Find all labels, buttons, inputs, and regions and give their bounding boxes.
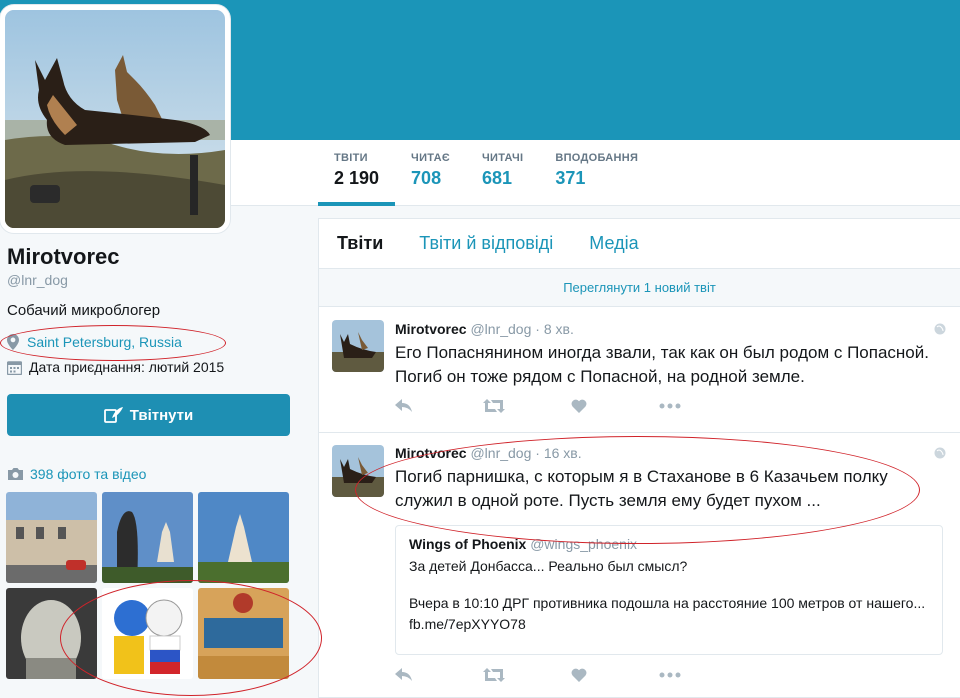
tweet-author-name[interactable]: Mirotvorec bbox=[395, 321, 467, 337]
like-button[interactable] bbox=[571, 668, 659, 682]
stat-value: 681 bbox=[481, 168, 513, 188]
profile-location: Saint Petersburg, Russia bbox=[7, 334, 182, 350]
stat-label: ТВІТИ bbox=[334, 152, 368, 164]
tweet-timestamp[interactable]: · 8 хв. bbox=[535, 321, 574, 337]
reply-button[interactable] bbox=[395, 399, 483, 413]
join-date-text: Дата приєднання: лютий 2015 bbox=[29, 359, 225, 375]
retweet-icon bbox=[483, 668, 505, 682]
quoted-author-handle: @wings_phoenix bbox=[530, 536, 638, 552]
retweet-icon bbox=[483, 399, 505, 413]
tweet-actions bbox=[395, 668, 747, 682]
globe-icon bbox=[934, 447, 946, 459]
stat-likes[interactable]: ВПОДОБАННЯ 371 bbox=[539, 140, 654, 206]
tweet-item[interactable]: Mirotvorec @lnr_dog · 8 хв. Его Попаснян… bbox=[319, 307, 960, 433]
tweet-header: Mirotvorec @lnr_dog · 8 хв. bbox=[395, 321, 574, 337]
photos-videos-link[interactable]: 398 фото та відео bbox=[7, 466, 146, 482]
profile-avatar[interactable] bbox=[0, 5, 230, 233]
more-dots-icon bbox=[659, 672, 681, 678]
tweet-timestamp[interactable]: · 16 хв. bbox=[535, 445, 581, 461]
new-tweets-bar[interactable]: Переглянути 1 новий твіт bbox=[319, 269, 960, 307]
quoted-tweet-header: Wings of Phoenix @wings_phoenix bbox=[409, 536, 929, 552]
timeline-panel: Твіти Твіти й відповіді Медіа Переглянут… bbox=[318, 218, 960, 698]
media-thumbnail[interactable] bbox=[6, 492, 97, 583]
tweet-text: Его Попаснянином иногда звали, так как о… bbox=[395, 343, 929, 386]
quoted-tweet-line: За детей Донбасса... Реально был смысл? bbox=[409, 558, 688, 574]
heart-icon bbox=[571, 399, 587, 413]
more-button[interactable] bbox=[659, 672, 747, 678]
stat-label: ВПОДОБАННЯ bbox=[555, 152, 639, 164]
quoted-author-name: Wings of Phoenix bbox=[409, 536, 527, 552]
media-thumbnail-grid bbox=[6, 492, 290, 679]
profile-card: Mirotvorec @lnr_dog Собачий микроблогер … bbox=[7, 244, 297, 482]
media-thumbnail[interactable] bbox=[102, 492, 193, 583]
tweet-button[interactable]: Твітнути bbox=[7, 394, 290, 436]
quoted-tweet-line: Вчера в 10:10 ДРГ противника подошла на … bbox=[409, 595, 926, 632]
location-link[interactable]: Saint Petersburg, Russia bbox=[27, 334, 182, 350]
profile-bio: Собачий микроблогер bbox=[7, 302, 161, 319]
profile-stats: ТВІТИ 2 190 ЧИТАЄ 708 ЧИТАЧІ 681 ВПОДОБА… bbox=[318, 140, 654, 206]
stat-following[interactable]: ЧИТАЄ 708 bbox=[395, 140, 466, 206]
quoted-tweet[interactable]: Wings of Phoenix @wings_phoenix За детей… bbox=[395, 525, 943, 655]
stat-tweets[interactable]: ТВІТИ 2 190 bbox=[318, 140, 396, 206]
stat-value: 2 190 bbox=[334, 168, 380, 188]
stat-followers[interactable]: ЧИТАЧІ 681 bbox=[466, 140, 539, 206]
tweet-button-label: Твітнути bbox=[129, 406, 194, 424]
profile-join-date: Дата приєднання: лютий 2015 bbox=[7, 359, 224, 375]
stat-label: ЧИТАЧІ bbox=[481, 152, 524, 164]
tweet-author-name[interactable]: Mirotvorec bbox=[395, 445, 467, 461]
heart-icon bbox=[571, 668, 587, 682]
location-pin-icon bbox=[7, 334, 19, 350]
camera-icon bbox=[8, 468, 23, 480]
stat-label: ЧИТАЄ bbox=[411, 152, 450, 164]
tweet-avatar[interactable] bbox=[332, 320, 384, 372]
media-thumbnail[interactable] bbox=[198, 492, 289, 583]
more-button[interactable] bbox=[659, 403, 747, 409]
tweet-avatar[interactable] bbox=[332, 445, 384, 497]
media-thumbnail[interactable] bbox=[102, 588, 193, 679]
timeline-tabs: Твіти Твіти й відповіді Медіа bbox=[319, 219, 960, 269]
profile-handle[interactable]: @lnr_dog bbox=[7, 272, 297, 288]
profile-name[interactable]: Mirotvorec bbox=[7, 244, 297, 270]
like-button[interactable] bbox=[571, 399, 659, 413]
tweet-text: Погиб парнишка, с которым я в Стаханове … bbox=[395, 467, 888, 510]
media-thumbnail[interactable] bbox=[198, 588, 289, 679]
reply-icon bbox=[395, 668, 412, 681]
tab-tweets-replies[interactable]: Твіти й відповіді bbox=[401, 233, 571, 254]
reply-icon bbox=[395, 399, 412, 412]
tab-media[interactable]: Медіа bbox=[571, 233, 656, 254]
dog-photo bbox=[5, 10, 225, 228]
more-dots-icon bbox=[659, 403, 681, 409]
reply-button[interactable] bbox=[395, 668, 483, 682]
tweet-item[interactable]: Mirotvorec @lnr_dog · 16 хв. Погиб парни… bbox=[319, 433, 960, 698]
tweet-author-handle[interactable]: @lnr_dog bbox=[470, 321, 531, 337]
globe-icon bbox=[934, 323, 946, 335]
photos-videos-label: 398 фото та відео bbox=[30, 466, 147, 482]
retweet-button[interactable] bbox=[483, 668, 571, 682]
tweet-header: Mirotvorec @lnr_dog · 16 хв. bbox=[395, 445, 582, 461]
tweet-actions bbox=[395, 399, 747, 413]
calendar-icon bbox=[7, 360, 22, 375]
tab-tweets[interactable]: Твіти bbox=[319, 233, 401, 254]
tweet-author-handle[interactable]: @lnr_dog bbox=[470, 445, 531, 461]
compose-quill-icon bbox=[103, 407, 123, 423]
media-thumbnail[interactable] bbox=[6, 588, 97, 679]
retweet-button[interactable] bbox=[483, 399, 571, 413]
stat-value: 708 bbox=[411, 168, 442, 188]
stat-value: 371 bbox=[555, 168, 586, 188]
